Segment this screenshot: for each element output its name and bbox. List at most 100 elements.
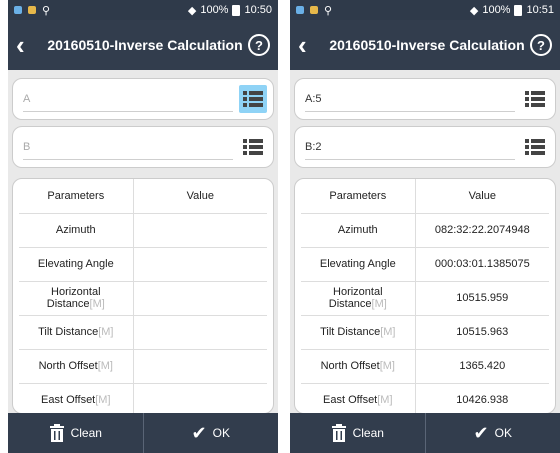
ok-button[interactable]: ✔ OK bbox=[424, 413, 560, 453]
param-value: 10515.963 bbox=[415, 314, 549, 349]
back-arrow-icon[interactable]: ‹ bbox=[298, 32, 324, 58]
point-a-list-button[interactable] bbox=[239, 85, 267, 113]
param-value: 000:03:01.1385075 bbox=[415, 246, 549, 281]
list-icon bbox=[243, 91, 263, 107]
point-a-input[interactable]: A:5 bbox=[305, 86, 515, 112]
usb-icon: ⚲ bbox=[324, 4, 333, 17]
param-value bbox=[133, 314, 267, 349]
param-name: North Offset bbox=[38, 360, 98, 372]
table-row: East Offset[M] bbox=[19, 382, 267, 413]
clean-label: Clean bbox=[70, 426, 102, 440]
clean-label: Clean bbox=[352, 426, 384, 440]
param-unit: [M] bbox=[379, 360, 395, 372]
results-table: Parameters Value Azimuth Elevating Angle… bbox=[19, 179, 267, 413]
param-unit: [M] bbox=[97, 360, 113, 372]
param-label: East Offset[M] bbox=[19, 382, 134, 413]
param-label: Horizontal Distance[M] bbox=[19, 280, 134, 315]
table-row: North Offset[M] 1365.420 bbox=[301, 348, 549, 383]
param-label: North Offset[M] bbox=[301, 348, 416, 383]
bottom-action-bar: Clean ✔ OK bbox=[8, 413, 278, 453]
param-value: 10515.959 bbox=[415, 280, 549, 315]
param-label: Elevating Angle bbox=[19, 246, 134, 281]
page-title: 20160510-Inverse Calculation bbox=[329, 37, 525, 53]
table-row: North Offset[M] bbox=[19, 348, 267, 383]
battery-icon bbox=[232, 4, 241, 16]
header-parameters: Parameters bbox=[301, 179, 416, 213]
results-table-card: Parameters Value Azimuth 082:32:22.20749… bbox=[294, 178, 556, 414]
param-label: North Offset[M] bbox=[19, 348, 134, 383]
param-unit: [M] bbox=[89, 298, 105, 310]
table-row: Tilt Distance[M] bbox=[19, 314, 267, 349]
page-title: 20160510-Inverse Calculation bbox=[47, 37, 243, 53]
point-a-card: A bbox=[12, 78, 274, 120]
param-name: East Offset bbox=[323, 394, 378, 407]
param-name: Azimuth bbox=[55, 224, 96, 236]
status-bar: ⚲ ◆ 100% 10:50 bbox=[8, 0, 278, 20]
param-value: 10426.938 bbox=[415, 382, 549, 413]
app-bar: ‹ 20160510-Inverse Calculation ? bbox=[8, 20, 278, 70]
table-row: East Offset[M] 10426.938 bbox=[301, 382, 549, 413]
param-name: Tilt Distance bbox=[320, 326, 381, 338]
header-value: Value bbox=[468, 189, 496, 202]
app-icon bbox=[14, 6, 22, 14]
help-icon[interactable]: ? bbox=[248, 34, 270, 56]
help-icon[interactable]: ? bbox=[530, 34, 552, 56]
header-parameters: Parameters bbox=[19, 179, 134, 213]
notification-icons: ⚲ bbox=[14, 4, 50, 17]
param-unit: [M] bbox=[371, 298, 387, 310]
clean-button[interactable]: Clean bbox=[8, 413, 143, 453]
param-label: Tilt Distance[M] bbox=[19, 314, 134, 349]
checkmark-icon: ✔ bbox=[473, 422, 489, 443]
param-label: Elevating Angle bbox=[301, 246, 416, 281]
point-b-input[interactable]: B:2 bbox=[305, 134, 515, 160]
table-header-row: Parameters Value bbox=[19, 179, 267, 213]
battery-icon bbox=[514, 4, 523, 16]
battery-percent: 100% bbox=[200, 4, 229, 16]
status-right: ◆ 100% 10:50 bbox=[188, 4, 272, 17]
results-table: Parameters Value Azimuth 082:32:22.20749… bbox=[301, 179, 549, 413]
param-value bbox=[133, 348, 267, 383]
app-bar: ‹ 20160510-Inverse Calculation ? bbox=[290, 20, 560, 70]
point-b-input[interactable]: B bbox=[23, 134, 233, 160]
bottom-action-bar: Clean ✔ OK bbox=[290, 413, 560, 453]
checkmark-icon: ✔ bbox=[191, 422, 207, 443]
back-arrow-icon[interactable]: ‹ bbox=[16, 32, 42, 58]
point-b-card: B:2 bbox=[294, 126, 556, 168]
notification-icons: ⚲ bbox=[296, 4, 332, 17]
point-b-list-button[interactable] bbox=[521, 133, 549, 161]
table-row: Azimuth bbox=[19, 212, 267, 247]
ok-button[interactable]: ✔ OK bbox=[142, 413, 279, 453]
app-icon bbox=[296, 6, 304, 14]
app-icon bbox=[310, 6, 318, 14]
list-icon bbox=[243, 139, 263, 155]
point-b-list-button[interactable] bbox=[239, 133, 267, 161]
screen-after: ⚲ ◆ 100% 10:51 ‹ 20160510-Inverse Calcul… bbox=[290, 0, 560, 453]
battery-percent: 100% bbox=[482, 4, 511, 16]
param-name: Elevating Angle bbox=[319, 258, 396, 270]
status-bar: ⚲ ◆ 100% 10:51 bbox=[290, 0, 560, 20]
point-a-card: A:5 bbox=[294, 78, 556, 120]
clock: 10:50 bbox=[244, 4, 272, 16]
table-header-row: Parameters Value bbox=[301, 179, 549, 213]
clock: 10:51 bbox=[526, 4, 554, 16]
point-a-list-button[interactable] bbox=[521, 85, 549, 113]
param-label: Azimuth bbox=[301, 212, 416, 247]
param-label: Horizontal Distance[M] bbox=[301, 280, 416, 315]
app-icon bbox=[28, 6, 36, 14]
table-row: Horizontal Distance[M] bbox=[19, 280, 267, 315]
param-name: Elevating Angle bbox=[37, 258, 114, 270]
table-row: Tilt Distance[M] 10515.963 bbox=[301, 314, 549, 349]
wifi-icon: ◆ bbox=[469, 4, 479, 17]
header-value: Value bbox=[186, 189, 214, 202]
table-row: Azimuth 082:32:22.2074948 bbox=[301, 212, 549, 247]
param-label: Azimuth bbox=[19, 212, 134, 247]
param-name: Azimuth bbox=[337, 224, 378, 236]
usb-icon: ⚲ bbox=[42, 4, 51, 17]
param-unit: [M] bbox=[98, 326, 114, 338]
status-right: ◆ 100% 10:51 bbox=[470, 4, 554, 17]
clean-button[interactable]: Clean bbox=[290, 413, 425, 453]
point-a-input[interactable]: A bbox=[23, 86, 233, 112]
results-table-card: Parameters Value Azimuth Elevating Angle… bbox=[12, 178, 274, 414]
param-value bbox=[133, 280, 267, 315]
wifi-icon: ◆ bbox=[187, 4, 197, 17]
